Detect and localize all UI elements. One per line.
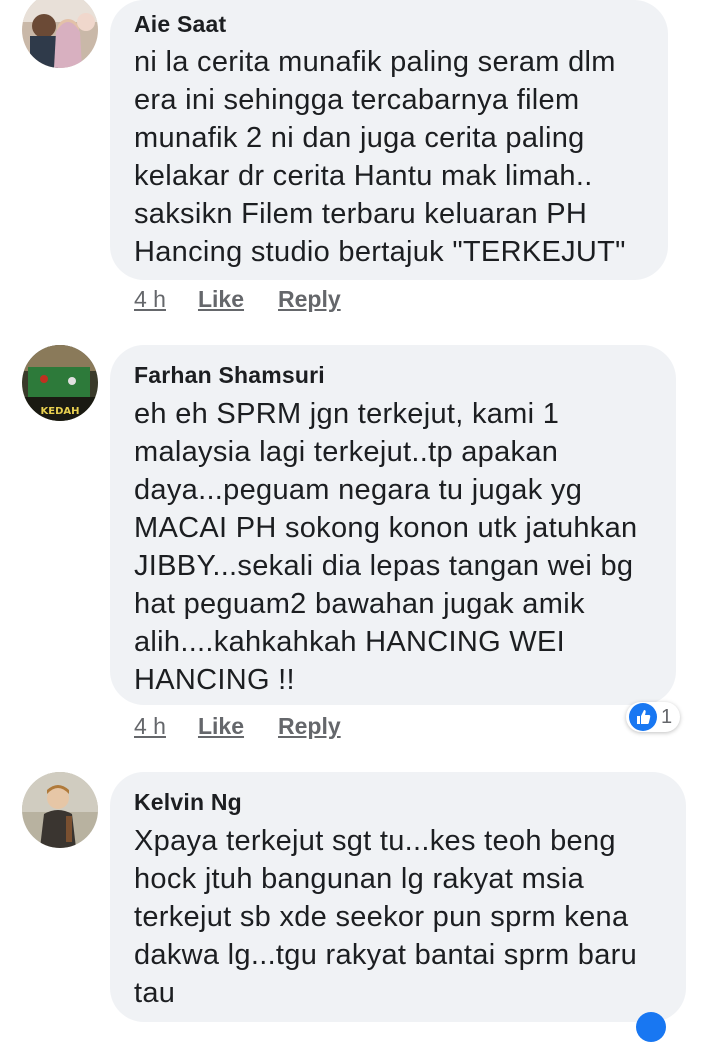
comment-text: ni la cerita munafik paling seram dlm er… [134, 46, 626, 268]
reaction-count: 1 [661, 705, 673, 728]
reaction-badge-partial[interactable] [636, 1012, 666, 1042]
author-name[interactable]: Aie Saat [134, 0, 644, 38]
comment-actions: 4 h Like Reply [134, 713, 341, 740]
like-button[interactable]: Like [198, 713, 244, 740]
timestamp[interactable]: 4 h [134, 713, 166, 740]
reaction-badge[interactable]: 1 [626, 702, 681, 732]
couple-photo-avatar [22, 0, 98, 68]
comment-actions: 4 h Like Reply [134, 286, 341, 313]
comment-text: Xpaya terkejut sgt tu...kes teoh beng ho… [134, 825, 638, 1009]
comment-text: eh eh SPRM jgn terkejut, kami 1 malaysia… [134, 398, 638, 696]
timestamp[interactable]: 4 h [134, 286, 166, 313]
reply-button[interactable]: Reply [278, 713, 341, 740]
comment-bubble: Farhan Shamsuri eh eh SPRM jgn terkejut,… [110, 345, 676, 705]
avatar[interactable]: KEDAH [22, 345, 98, 421]
reply-button[interactable]: Reply [278, 286, 341, 313]
comment-bubble: Aie Saat ni la cerita munafik paling ser… [110, 0, 668, 280]
author-name[interactable]: Farhan Shamsuri [134, 345, 652, 389]
like-button[interactable]: Like [198, 286, 244, 313]
comment-bubble: Kelvin Ng Xpaya terkejut sgt tu...kes te… [110, 772, 686, 1022]
like-thumb-icon [636, 1012, 666, 1042]
avatar[interactable] [22, 772, 98, 848]
snooker-table-avatar: KEDAH [22, 345, 98, 421]
avatar[interactable] [22, 0, 98, 68]
man-portrait-avatar [22, 772, 98, 848]
author-name[interactable]: Kelvin Ng [134, 772, 662, 816]
like-thumb-icon [629, 703, 657, 731]
avatar-caption: KEDAH [41, 406, 80, 417]
